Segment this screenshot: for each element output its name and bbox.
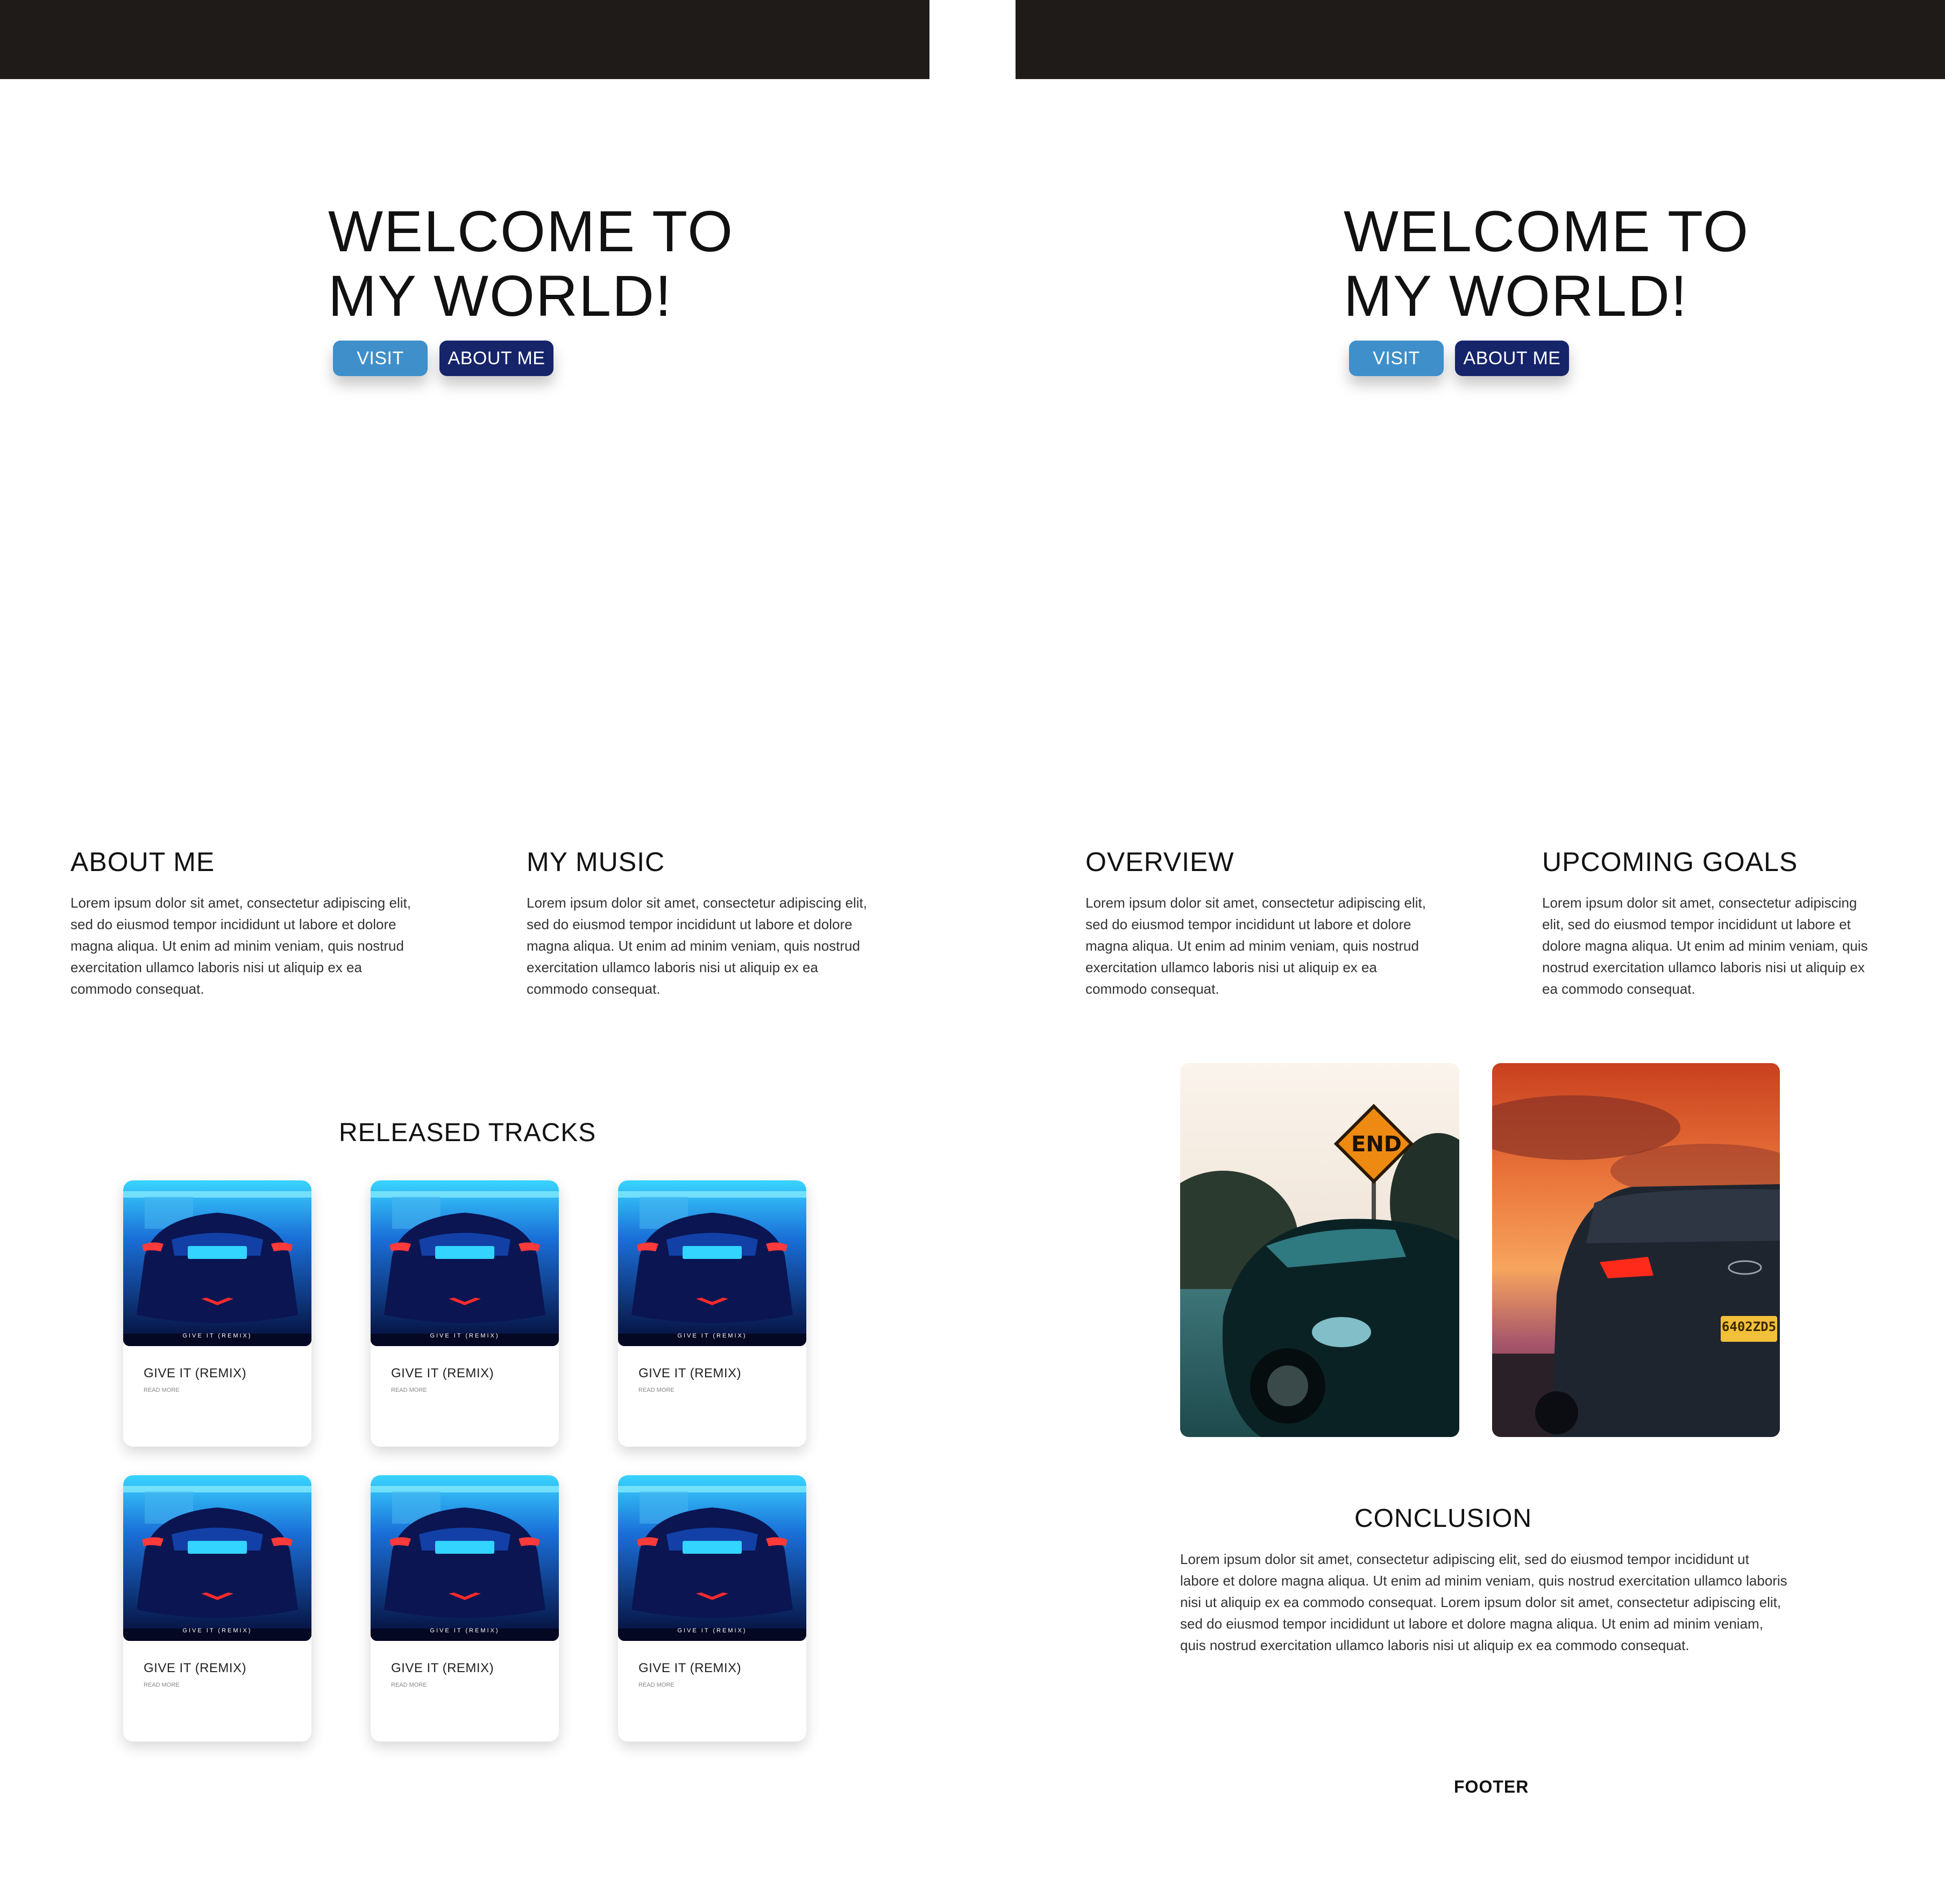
track-card-1[interactable]: GIVE IT (REMIX) GIVE IT (REMIX) READ MOR…: [123, 1180, 311, 1447]
cover-caption: GIVE IT (REMIX): [677, 1627, 747, 1634]
header-bar-right: [1016, 0, 1945, 79]
read-more-link[interactable]: READ MORE: [391, 1682, 427, 1688]
about-me-heading: ABOUT ME: [70, 847, 215, 877]
footer-label: FOOTER: [1454, 1777, 1529, 1796]
track-card-2[interactable]: GIVE IT (REMIX) GIVE IT (REMIX) READ MOR…: [371, 1180, 559, 1447]
track-cover-image: GIVE IT (REMIX): [371, 1180, 559, 1346]
visit-button-right[interactable]: VISIT: [1349, 341, 1444, 376]
track-title: GIVE IT (REMIX): [144, 1366, 247, 1381]
end-sign-text: END: [1351, 1132, 1402, 1157]
track-card-4[interactable]: GIVE IT (REMIX) GIVE IT (REMIX) READ MOR…: [123, 1475, 311, 1742]
cover-caption: GIVE IT (REMIX): [182, 1333, 252, 1339]
track-cover-image: GIVE IT (REMIX): [123, 1180, 311, 1346]
overview-heading: OVERVIEW: [1085, 847, 1234, 877]
track-title: GIVE IT (REMIX): [391, 1366, 494, 1381]
upcoming-goals-text: Lorem ipsum dolor sit amet, consectetur …: [1542, 895, 1868, 997]
track-title: GIVE IT (REMIX): [638, 1661, 742, 1675]
hero-title-line1: WELCOME TO: [1344, 199, 1750, 264]
conclusion-text: Lorem ipsum dolor sit amet, consectetur …: [1180, 1551, 1787, 1653]
track-cover-image: GIVE IT (REMIX): [123, 1475, 311, 1641]
car-end-sign-photo: END: [1180, 1063, 1459, 1437]
cover-caption: GIVE IT (REMIX): [182, 1627, 252, 1634]
read-more-link[interactable]: READ MORE: [638, 1682, 675, 1688]
about-me-text: Lorem ipsum dolor sit amet, consectetur …: [70, 895, 411, 997]
about-me-button-right[interactable]: ABOUT ME: [1455, 341, 1569, 376]
track-card-5[interactable]: GIVE IT (REMIX) GIVE IT (REMIX) READ MOR…: [371, 1475, 559, 1742]
hero-title-left: WELCOME TO MY WORLD!: [328, 199, 734, 328]
conclusion-heading: CONCLUSION: [1354, 1504, 1532, 1533]
track-title: GIVE IT (REMIX): [144, 1661, 247, 1675]
track-cover-image: GIVE IT (REMIX): [371, 1475, 559, 1641]
cover-caption: GIVE IT (REMIX): [430, 1333, 500, 1339]
read-more-link[interactable]: READ MORE: [638, 1387, 675, 1393]
track-cover-image: GIVE IT (REMIX): [618, 1180, 806, 1346]
track-card-3[interactable]: GIVE IT (REMIX) GIVE IT (REMIX) READ MOR…: [618, 1180, 806, 1447]
read-more-link[interactable]: READ MORE: [144, 1387, 180, 1393]
hero-title-right: WELCOME TO MY WORLD!: [1344, 199, 1749, 328]
visit-button-left[interactable]: VISIT: [333, 341, 428, 376]
upcoming-goals-heading: UPCOMING GOALS: [1542, 847, 1798, 877]
header-bar-left: [0, 0, 929, 79]
read-more-link[interactable]: READ MORE: [144, 1682, 180, 1688]
track-title: GIVE IT (REMIX): [391, 1661, 494, 1675]
about-me-button-left[interactable]: ABOUT ME: [439, 341, 553, 376]
overview-text: Lorem ipsum dolor sit amet, consectetur …: [1085, 895, 1426, 997]
license-plate-text: 6402ZD5: [1721, 1319, 1777, 1334]
hero-title-line2: MY WORLD!: [1344, 263, 1688, 328]
hero-title-line2: MY WORLD!: [328, 263, 673, 328]
released-tracks-heading: RELEASED TRACKS: [339, 1119, 597, 1147]
read-more-link[interactable]: READ MORE: [391, 1387, 427, 1393]
track-cover-image: GIVE IT (REMIX): [618, 1475, 806, 1641]
my-music-heading: MY MUSIC: [527, 847, 665, 877]
track-title: GIVE IT (REMIX): [638, 1366, 742, 1381]
cover-caption: GIVE IT (REMIX): [677, 1333, 747, 1339]
track-card-6[interactable]: GIVE IT (REMIX) GIVE IT (REMIX) READ MOR…: [618, 1475, 806, 1742]
cover-caption: GIVE IT (REMIX): [430, 1627, 500, 1634]
hero-title-line1: WELCOME TO: [328, 199, 734, 264]
my-music-text: Lorem ipsum dolor sit amet, consectetur …: [527, 895, 867, 997]
car-sunset-photo: 6402ZD5: [1492, 1063, 1780, 1437]
